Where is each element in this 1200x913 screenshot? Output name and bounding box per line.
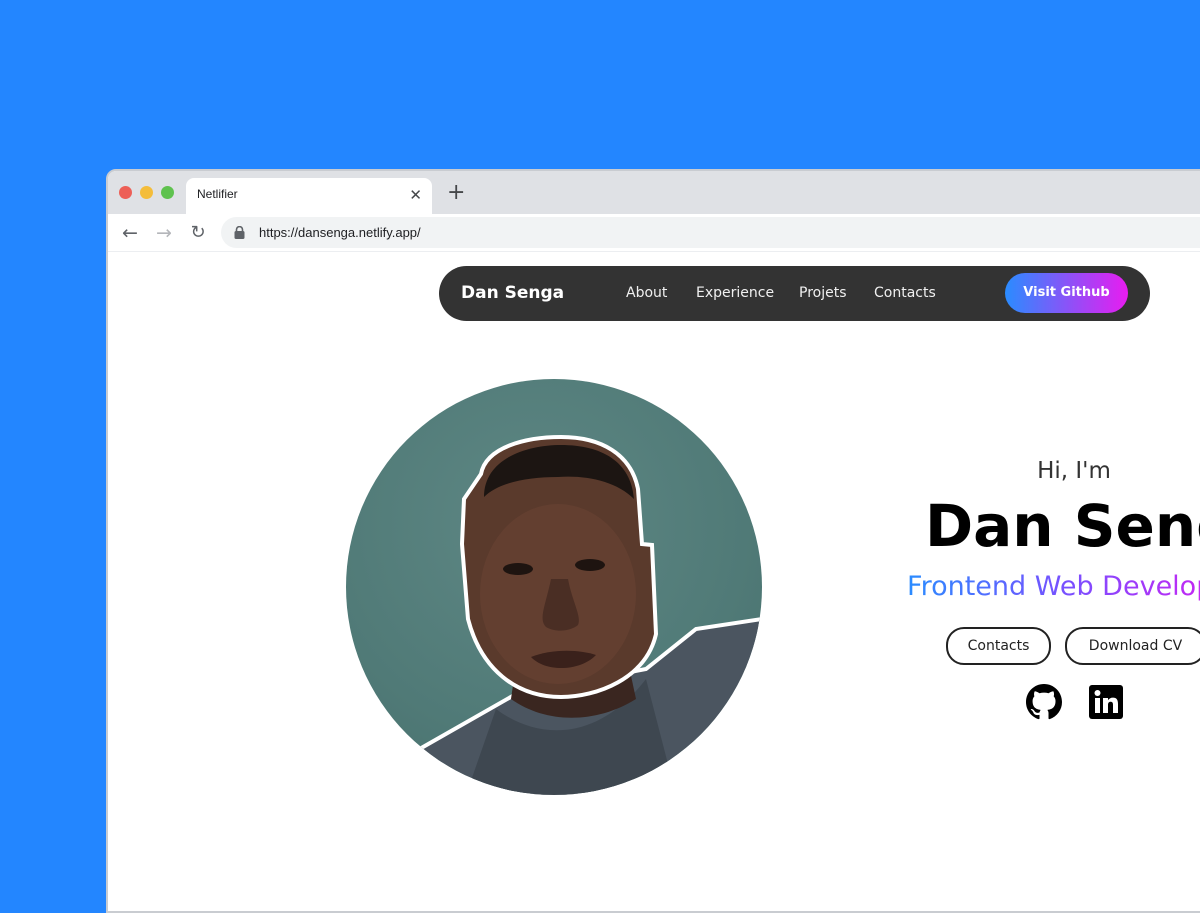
- minimize-window-button[interactable]: [140, 186, 153, 199]
- linkedin-icon[interactable]: [1088, 684, 1124, 720]
- back-arrow-icon[interactable]: ←: [119, 222, 141, 244]
- tab-title: Netlifier: [197, 187, 238, 201]
- browser-tab[interactable]: Netlifier ✕: [186, 178, 432, 214]
- download-cv-button[interactable]: Download CV: [1065, 627, 1200, 665]
- github-icon[interactable]: [1026, 684, 1062, 720]
- close-tab-icon[interactable]: ✕: [409, 186, 422, 204]
- hero-name: Dan Senga: [925, 492, 1200, 560]
- close-window-button[interactable]: [119, 186, 132, 199]
- forward-arrow-icon[interactable]: →: [153, 222, 175, 244]
- new-tab-icon[interactable]: +: [447, 182, 465, 204]
- contacts-button[interactable]: Contacts: [946, 627, 1051, 665]
- reload-icon[interactable]: ↻: [187, 222, 209, 244]
- hero-greeting: Hi, I'm: [1037, 458, 1111, 484]
- portrait-illustration: [383, 434, 762, 795]
- url-text: https://dansenga.netlify.app/: [259, 225, 421, 240]
- nav-link-experience[interactable]: Experience: [696, 285, 774, 301]
- nav-link-projets[interactable]: Projets: [799, 285, 847, 301]
- maximize-window-button[interactable]: [161, 186, 174, 199]
- hero-intro: Hi, I'm Dan Senga Frontend Web Developer…: [868, 171, 1200, 911]
- browser-window: Netlifier ✕ + ← → ↻ https://dansenga.net…: [106, 169, 1200, 913]
- nav-link-about[interactable]: About: [626, 285, 667, 301]
- hero-role: Frontend Web Developer: [907, 571, 1200, 602]
- profile-photo: [346, 379, 762, 795]
- lock-icon: [234, 226, 245, 239]
- site-brand[interactable]: Dan Senga: [461, 283, 564, 303]
